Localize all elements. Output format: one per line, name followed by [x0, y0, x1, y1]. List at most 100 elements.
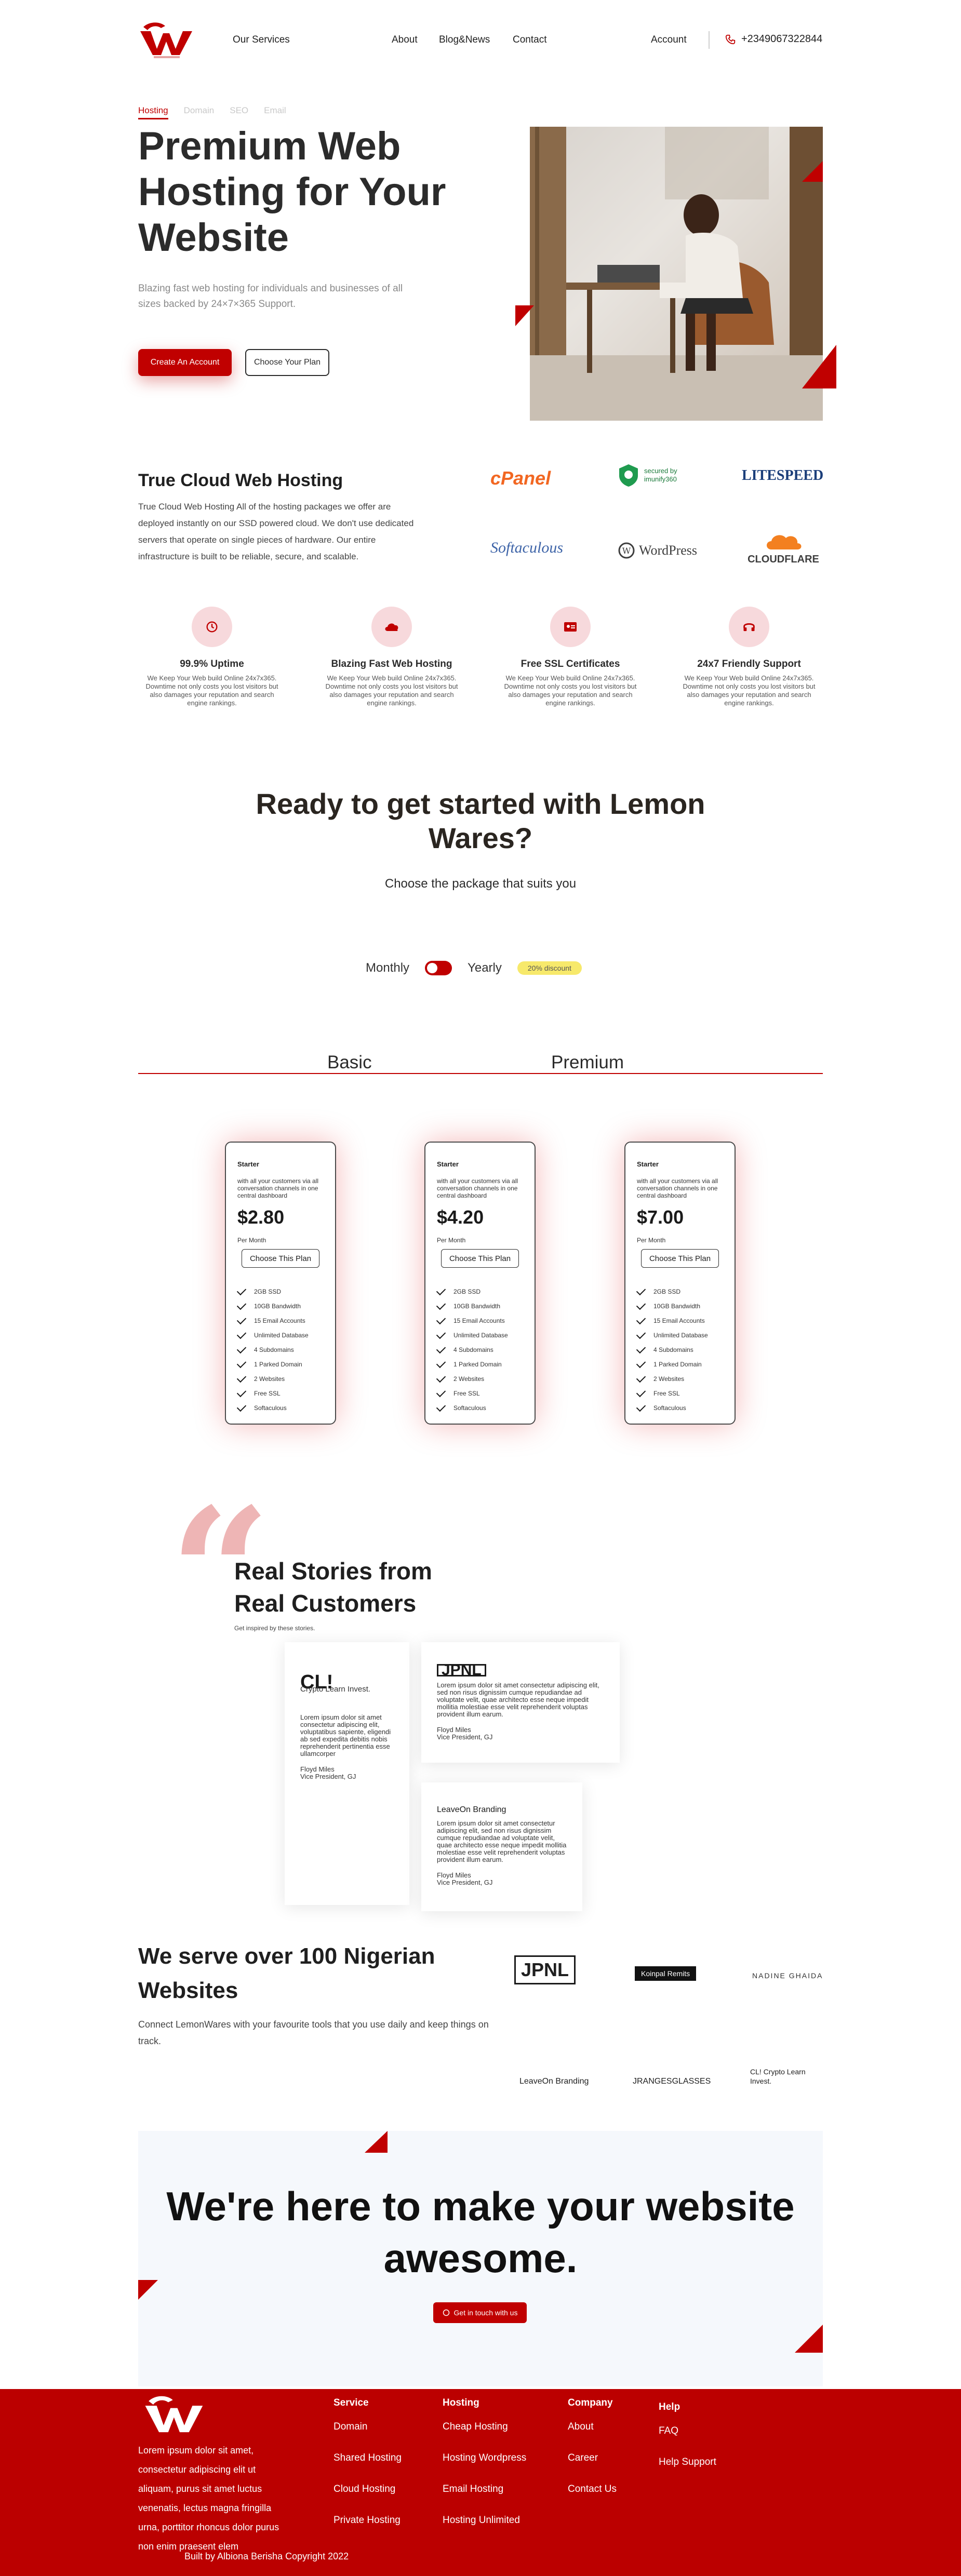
check-icon	[236, 1300, 247, 1310]
list-item: 1 Parked Domain	[236, 1357, 324, 1372]
softaculous-logo: Softaculous	[490, 539, 563, 556]
testimonial-role: Vice President, GJ	[437, 1733, 493, 1741]
footer-link[interactable]: Hosting Unlimited	[443, 2515, 526, 2526]
check-icon	[636, 1285, 646, 1296]
check-icon	[236, 1344, 247, 1354]
phone-number: +2349067322844	[741, 33, 823, 45]
check-icon	[636, 1314, 646, 1325]
accent-triangle	[802, 161, 823, 182]
list-item: 15 Email Accounts	[636, 1313, 723, 1328]
plan-period: Per Month	[637, 1237, 666, 1244]
discount-badge: 20% discount	[517, 961, 582, 975]
phone-icon	[725, 34, 736, 44]
check-icon	[436, 1285, 446, 1296]
monthly-label[interactable]: Monthly	[366, 961, 409, 975]
choose-plan-button[interactable]: Choose This Plan	[441, 1249, 519, 1268]
feature-uptime: 99.9% Uptime We Keep Your Web build Onli…	[129, 607, 295, 707]
tab-hosting[interactable]: Hosting	[138, 105, 168, 119]
check-icon	[636, 1344, 646, 1354]
check-icon	[236, 1373, 247, 1383]
feature-ssl: Free SSL Certificates We Keep Your Web b…	[487, 607, 653, 707]
feature-fast-hosting: Blazing Fast Web Hosting We Keep Your We…	[309, 607, 475, 707]
nav-contact[interactable]: Contact	[513, 34, 546, 46]
footer-link[interactable]: About	[568, 2421, 617, 2433]
check-icon	[436, 1387, 446, 1398]
copyright-text: Built by Albiona Berisha Copyright 2022	[184, 2551, 349, 2561]
testimonial-name: Floyd Miles	[437, 1871, 471, 1879]
nav-account[interactable]: Account	[651, 34, 687, 46]
choose-plan-button[interactable]: Choose Your Plan	[245, 349, 329, 376]
nav-our-services[interactable]: Our Services	[233, 34, 290, 46]
serve-text: Connect LemonWares with your favourite t…	[138, 2019, 489, 2046]
footer-about-text: Lorem ipsum dolor sit amet, consectetur …	[138, 2445, 279, 2552]
client-logo-jranges: JRANGESGLASSES	[633, 2077, 711, 2086]
list-item: 2 Websites	[436, 1372, 523, 1386]
check-icon	[236, 1314, 247, 1325]
tab-basic[interactable]: Basic	[327, 1052, 372, 1073]
list-item: 10GB Bandwidth	[236, 1299, 324, 1313]
tab-seo[interactable]: SEO	[230, 105, 248, 119]
list-item: 2GB SSD	[636, 1284, 723, 1299]
footer-heading: Company	[568, 2397, 613, 2408]
list-item: 10GB Bandwidth	[636, 1299, 723, 1313]
create-account-button[interactable]: Create An Account	[138, 349, 232, 376]
testimonial-card: LeaveOn Branding Lorem ipsum dolor sit a…	[421, 1782, 582, 1911]
testimonial-name: Floyd Miles	[437, 1726, 471, 1734]
list-item: Unlimited Database	[236, 1328, 324, 1343]
yearly-label[interactable]: Yearly	[468, 961, 502, 975]
check-icon	[236, 1358, 247, 1369]
choose-plan-button[interactable]: Choose This Plan	[242, 1249, 319, 1268]
footer-heading: Help	[659, 2401, 680, 2412]
check-icon	[436, 1358, 446, 1369]
tab-domain[interactable]: Domain	[184, 105, 215, 119]
pricing-title: Ready to get started with Lemon Wares?	[256, 787, 705, 854]
footer-link[interactable]: Domain	[333, 2421, 402, 2433]
footer-link[interactable]: Cheap Hosting	[443, 2421, 526, 2433]
plan-period: Per Month	[237, 1237, 266, 1244]
imunify360-logo: secured by imunify360	[618, 463, 691, 487]
stories-title: Real Stories from Real Customers	[234, 1558, 432, 1617]
tab-email[interactable]: Email	[264, 105, 286, 119]
cta-title: We're here to make your website awesome.	[166, 2183, 795, 2281]
accent-triangle	[365, 2131, 388, 2153]
get-in-touch-button[interactable]: Get in touch with us	[433, 2302, 527, 2323]
nav-blog-news[interactable]: Blog&News	[439, 34, 490, 46]
plan-desc: with all your customers via all conversa…	[637, 1177, 718, 1199]
list-item: 4 Subdomains	[636, 1343, 723, 1357]
list-item: 4 Subdomains	[236, 1343, 324, 1357]
litespeed-logo: LITESPEED	[742, 467, 824, 484]
check-icon	[236, 1285, 247, 1296]
footer: Lorem ipsum dolor sit amet, consectetur …	[0, 2389, 961, 2576]
shield-icon	[619, 464, 638, 487]
client-logo-nadine: NADINE GHAIDA	[752, 1971, 823, 1980]
testimonial-role: Vice President, GJ	[437, 1879, 493, 1886]
list-item: 15 Email Accounts	[436, 1313, 523, 1328]
phone-link[interactable]: +2349067322844	[725, 33, 822, 45]
list-item: Unlimited Database	[636, 1328, 723, 1343]
footer-link[interactable]: FAQ	[659, 2425, 716, 2437]
plan-price: $7.00	[637, 1206, 684, 1228]
billing-switch[interactable]	[425, 961, 452, 975]
footer-link[interactable]: Contact Us	[568, 2484, 617, 2495]
lemonwares-logo[interactable]	[138, 21, 195, 59]
footer-heading: Hosting	[443, 2397, 479, 2408]
tab-premium[interactable]: Premium	[551, 1052, 624, 1073]
nav-about[interactable]: About	[392, 34, 418, 46]
serve-title: We serve over 100 Nigerian Websites	[138, 1943, 435, 2003]
footer-link[interactable]: Private Hosting	[333, 2515, 402, 2526]
certificate-icon	[550, 607, 591, 647]
footer-link[interactable]: Hosting Wordpress	[443, 2452, 526, 2464]
footer-link[interactable]: Email Hosting	[443, 2484, 526, 2495]
plan-name: Starter	[637, 1160, 659, 1168]
footer-link[interactable]: Career	[568, 2452, 617, 2464]
check-icon	[636, 1373, 646, 1383]
footer-col-hosting: Hosting Cheap Hosting Hosting Wordpress …	[443, 2397, 526, 2546]
footer-logo[interactable]	[138, 2394, 211, 2437]
footer-link[interactable]: Shared Hosting	[333, 2452, 402, 2464]
choose-plan-button[interactable]: Choose This Plan	[641, 1249, 719, 1268]
check-icon	[436, 1344, 446, 1354]
footer-link[interactable]: Help Support	[659, 2457, 716, 2468]
footer-link[interactable]: Cloud Hosting	[333, 2484, 402, 2495]
check-icon	[636, 1329, 646, 1339]
plan-card: Starter with all your customers via all …	[225, 1142, 336, 1425]
